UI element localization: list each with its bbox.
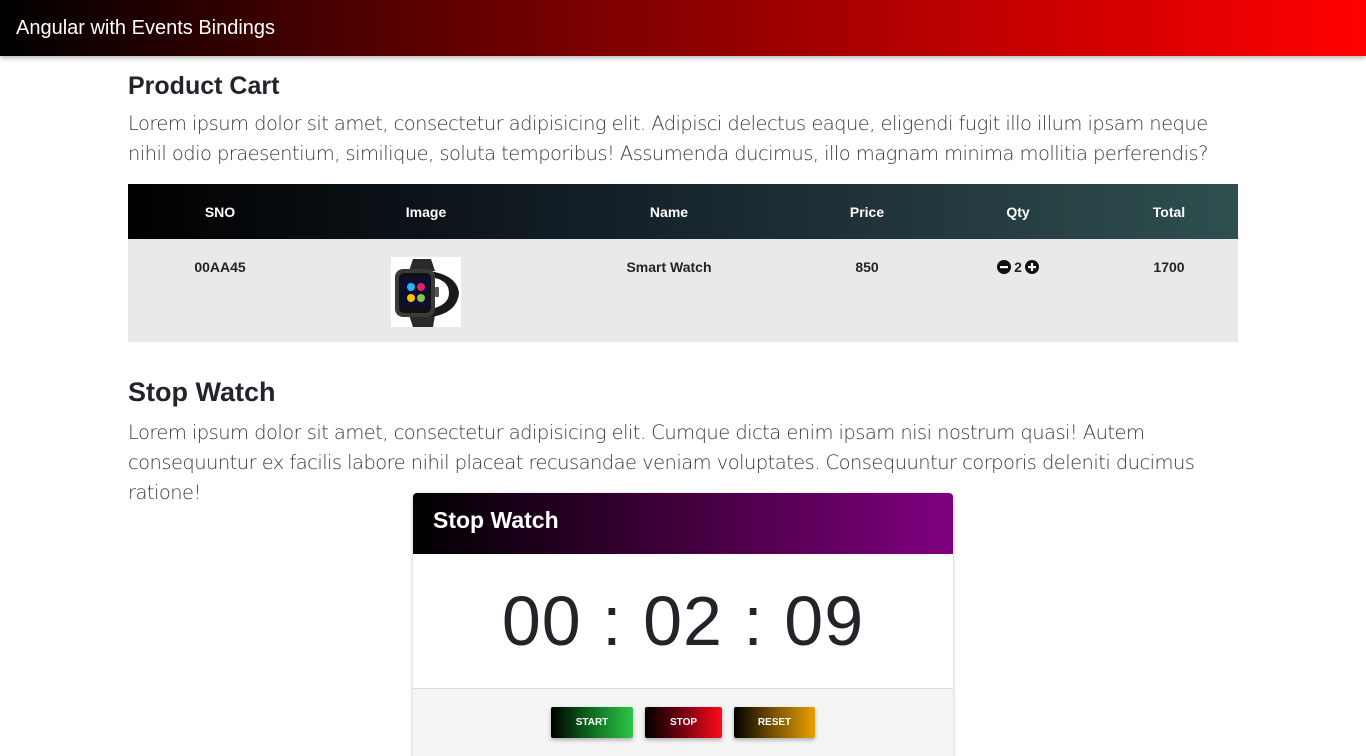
product-cart-title: Product Cart xyxy=(128,72,280,100)
column-header-qty: Qty xyxy=(1006,203,1030,220)
product-cart-description: Lorem ipsum dolor sit amet, consectetur … xyxy=(128,112,1208,165)
minus-circle-icon[interactable] xyxy=(997,260,1012,274)
cell-total: 1700 xyxy=(1153,259,1185,275)
qty-value: 2 xyxy=(1014,259,1022,275)
reset-button[interactable]: RESET xyxy=(734,707,815,738)
stop-watch-title: Stop Watch xyxy=(128,377,276,407)
column-header-total: Total xyxy=(1152,203,1186,220)
cell-name: Smart Watch xyxy=(626,259,712,275)
navbar: Angular with Events Bindings xyxy=(0,0,1366,56)
cart-table-header-row: SNO Image Name Price Qty Total xyxy=(128,184,1238,239)
column-header-image: Image xyxy=(405,203,447,220)
column-header-sno: SNO xyxy=(204,203,236,220)
plus-circle-icon[interactable] xyxy=(1024,260,1039,274)
cell-qty: 2 xyxy=(936,239,1100,342)
stop-watch-display: 00 : 02 : 09 xyxy=(413,554,953,689)
cell-image xyxy=(312,239,540,342)
stop-watch-card-title: Stop Watch xyxy=(433,507,559,533)
cell-sno: 00AA45 xyxy=(194,259,246,275)
cell-price: 850 xyxy=(855,259,879,275)
cart-table: SNO Image Name Price Qty Total 00AA45 Sm… xyxy=(128,184,1238,342)
column-header-price: Price xyxy=(849,203,885,220)
stop-watch-time: 00 : 02 : 09 xyxy=(501,582,865,660)
navbar-brand[interactable]: Angular with Events Bindings xyxy=(16,16,275,40)
quantity-stepper: 2 xyxy=(997,259,1039,275)
stop-button[interactable]: STOP xyxy=(645,707,722,738)
stop-watch-card: Stop Watch 00 : 02 : 09 START STOP RESET xyxy=(413,493,953,756)
smart-watch-image xyxy=(391,257,461,327)
table-row: 00AA45 Smart Watch 850 2 1700 xyxy=(128,239,1238,342)
stop-watch-controls: START STOP RESET xyxy=(413,689,953,756)
stop-watch-card-header: Stop Watch xyxy=(413,493,953,554)
column-header-name: Name xyxy=(649,203,689,220)
start-button[interactable]: START xyxy=(551,707,633,738)
